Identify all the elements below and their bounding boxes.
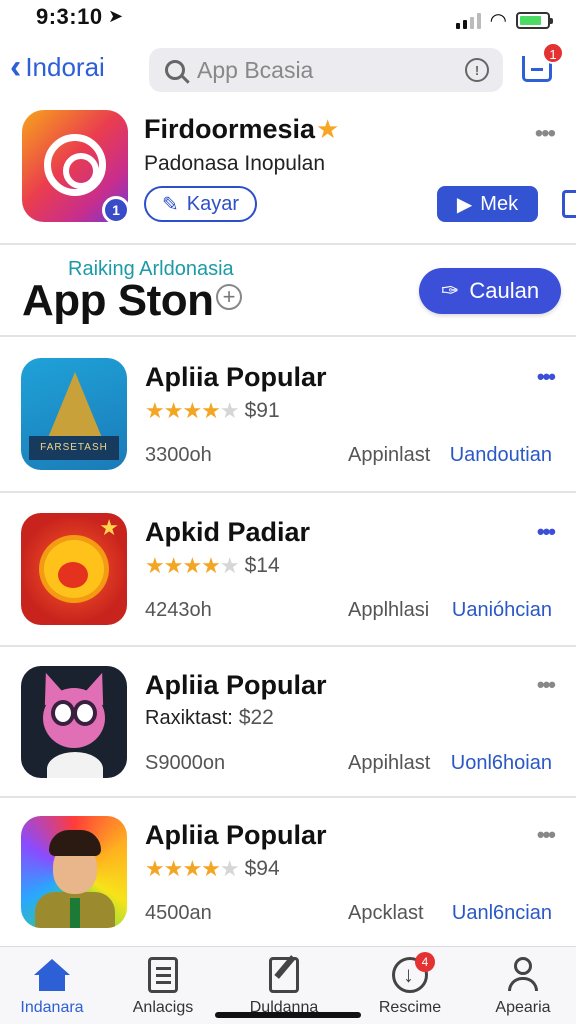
play-icon: ▶ [456,193,473,216]
microphone-icon[interactable]: ! [465,58,489,82]
edit-icon [269,957,299,993]
cellular-signal-icon [455,12,481,29]
app-price: $94 [244,857,280,880]
more-options-icon[interactable]: ••• [537,364,556,390]
app-name: Apliia Popular [145,820,327,850]
featured-title: Firdoormesia [144,114,316,144]
search-input[interactable]: App Bcasia [197,57,313,84]
back-button[interactable]: ‹ Indorai [10,50,105,84]
caulan-button[interactable]: ✑ Caulan [419,268,561,314]
app-price: $91 [244,399,280,422]
more-options-icon[interactable]: ••• [537,672,556,698]
wifi-icon: ◠ [490,10,506,32]
more-options-icon[interactable]: ••• [535,120,556,148]
list-item[interactable]: Apliia Popular ••• Raxiktast: $22 S9000o… [0,648,576,800]
download-icon: 4 [392,952,435,993]
inbox-button[interactable]: 1 [522,42,564,84]
calendar-icon[interactable] [562,190,576,218]
app-price: $14 [244,554,280,577]
person-icon [505,957,541,993]
star-rating-icon: ★★★★★ [145,398,240,423]
app-rating: ★★★★★ $94 [145,856,280,882]
location-arrow-icon: ➤ [108,6,124,26]
app-link[interactable]: Uandoutian [450,444,552,467]
app-meta: Appinlast [348,444,431,466]
featured-subtitle: Padonasa Inopulan [144,152,325,175]
rating-text: Raxiktast: [145,706,233,729]
list-item[interactable]: Apliia Popular ••• ★★★★★ $94 4500an Apck… [0,798,576,950]
add-icon[interactable]: + [216,284,242,310]
mek-label: Mek [480,192,519,215]
camera-ring-icon [44,134,106,196]
app-icon[interactable]: ★ [21,513,127,625]
app-name: Apkid Padiar [145,517,311,547]
kayar-button[interactable]: ✎ Kayar [144,186,258,222]
more-options-icon[interactable]: ••• [537,822,556,848]
star-icon: ★ [316,114,340,144]
app-meta: Apcklast [348,902,424,924]
status-icons: ◠ [455,8,553,33]
nav-header: ‹ Indorai App Bcasia ! 1 [0,42,576,96]
divider [0,335,576,337]
app-icon[interactable]: FARSETASH [21,358,127,470]
app-icon-label: FARSETASH [29,436,119,460]
app-count: 4243oh [145,599,212,621]
mek-button[interactable]: ▶ Mek [437,186,538,222]
notification-badge: 1 [542,42,564,64]
app-meta: Appihlast [348,752,431,774]
chevron-left-icon: ‹ [10,48,22,86]
wrench-icon: ✑ [440,278,460,303]
tab-rescime[interactable]: 4 Rescime [355,952,465,1017]
divider [0,645,576,647]
tab-duldanna[interactable]: Duldanna [229,957,339,1017]
home-indicator [215,1012,361,1018]
featured-app-icon[interactable]: 1 [22,110,130,224]
app-count: S9000on [145,752,226,774]
app-link[interactable]: Uanl6ncian [452,902,552,925]
star-rating-icon: ★★★★★ [145,553,240,578]
kayar-label: Kayar [186,192,240,215]
app-rating: Raxiktast: $22 [145,706,274,730]
battery-icon [516,12,553,29]
caulan-label: Caulan [469,278,540,303]
app-meta: Applhlasi [348,599,430,621]
tab-indanara[interactable]: Indanara [0,957,107,1017]
section-title: App Ston [22,276,214,325]
app-name: Apliia Popular [145,670,327,700]
divider [0,243,576,245]
tab-label: Indanara [20,999,84,1016]
app-price: $22 [238,706,274,729]
list-icon [148,957,178,993]
tab-label: Rescime [378,999,442,1016]
featured-badge: 1 [102,196,130,224]
search-icon [165,60,185,80]
list-item[interactable]: ★ Apkid Padiar ••• ★★★★★ $14 4243oh Appl… [0,495,576,647]
status-bar: 9:3:10 ➤ ◠ [0,0,576,36]
app-count: 4500an [145,902,212,924]
featured-app[interactable]: 1 Firdoormesia ★ Padonasa Inopulan ••• ✎… [0,104,576,240]
app-name: Apliia Popular [145,362,327,392]
app-rating: ★★★★★ $14 [145,553,280,579]
tab-badge: 4 [415,952,435,972]
list-item[interactable]: FARSETASH Apliia Popular ••• ★★★★★ $91 3… [0,340,576,492]
status-time: 9:3:10 [36,4,103,29]
app-icon[interactable] [21,816,127,928]
back-label: Indorai [25,51,105,82]
tab-label: Anlacigs [132,999,194,1016]
more-options-icon[interactable]: ••• [537,519,556,545]
pencil-icon: ✎ [162,193,179,216]
search-bar[interactable]: App Bcasia ! [149,48,503,92]
home-icon [34,957,70,993]
tab-label: Apearia [495,999,551,1016]
app-icon[interactable] [21,666,127,778]
star-rating-icon: ★★★★★ [145,856,240,881]
app-count: 3300oh [145,444,212,466]
divider [0,491,576,493]
app-rating: ★★★★★ $91 [145,398,280,424]
tab-anlacigs[interactable]: Anlacigs [108,957,218,1017]
app-link[interactable]: Uanióhcian [452,599,552,622]
app-link[interactable]: Uonl6hoian [451,752,552,775]
section-header: Raiking Arldonasia App Ston + ✑ Caulan [0,250,576,330]
tab-apearia[interactable]: Apearia [468,957,576,1017]
